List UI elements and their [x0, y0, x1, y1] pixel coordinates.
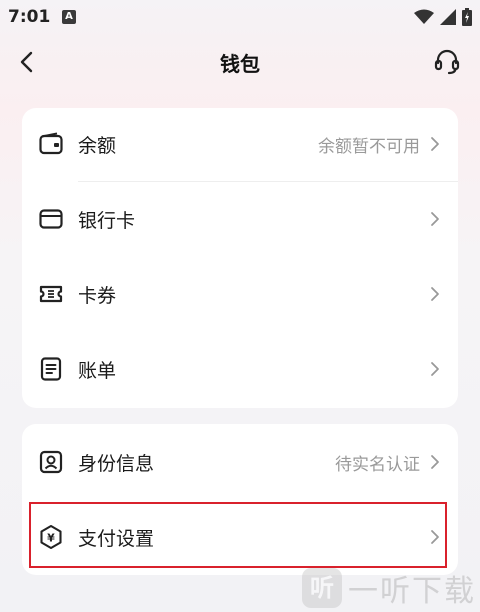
battery-icon: [462, 8, 472, 26]
menu-item-coupons[interactable]: 卡券: [22, 258, 458, 330]
chevron-right-icon: [431, 455, 439, 469]
wallet-icon: [39, 132, 63, 155]
menu-item-label: 账单: [78, 359, 117, 382]
bank-card-icon: [39, 209, 63, 229]
id-card-icon: [39, 450, 63, 474]
wallet-menu-card: 余额 余额暂不可用 银行卡 卡券 账单: [22, 108, 458, 408]
highlight-box: [29, 502, 447, 568]
chevron-right-icon: [431, 287, 439, 301]
menu-item-label: 身份信息: [78, 452, 155, 475]
bill-icon: [40, 357, 62, 381]
navbar: 钱包: [0, 38, 480, 86]
notification-badge: A: [62, 10, 76, 24]
menu-item-bill[interactable]: 账单: [22, 333, 458, 405]
coupon-icon: [39, 285, 63, 303]
menu-item-identity[interactable]: 身份信息 待实名认证: [22, 426, 458, 498]
menu-item-balance[interactable]: 余额 余额暂不可用: [22, 108, 458, 180]
status-time: 7:01: [8, 7, 51, 27]
chevron-right-icon: [431, 362, 439, 376]
menu-item-bank-card[interactable]: 银行卡: [22, 183, 458, 255]
watermark-logo: 听: [302, 568, 342, 608]
divider: [78, 181, 458, 182]
chevron-right-icon: [431, 137, 439, 151]
balance-status-text: 余额暂不可用: [318, 136, 420, 157]
menu-item-label: 卡券: [78, 284, 117, 307]
signal-icon: [440, 9, 456, 25]
page-title: 钱包: [220, 52, 260, 76]
headset-icon[interactable]: [432, 47, 462, 77]
identity-status-text: 待实名认证: [335, 454, 420, 475]
menu-item-label: 余额: [78, 134, 117, 157]
chevron-right-icon: [431, 212, 439, 226]
status-bar: 7:01 A: [0, 0, 480, 34]
watermark-text: 一听下载: [348, 574, 476, 609]
menu-item-label: 银行卡: [78, 209, 136, 232]
watermark: 听 一听下载: [302, 566, 476, 610]
system-icons: [414, 7, 472, 27]
wifi-icon: [414, 9, 434, 24]
